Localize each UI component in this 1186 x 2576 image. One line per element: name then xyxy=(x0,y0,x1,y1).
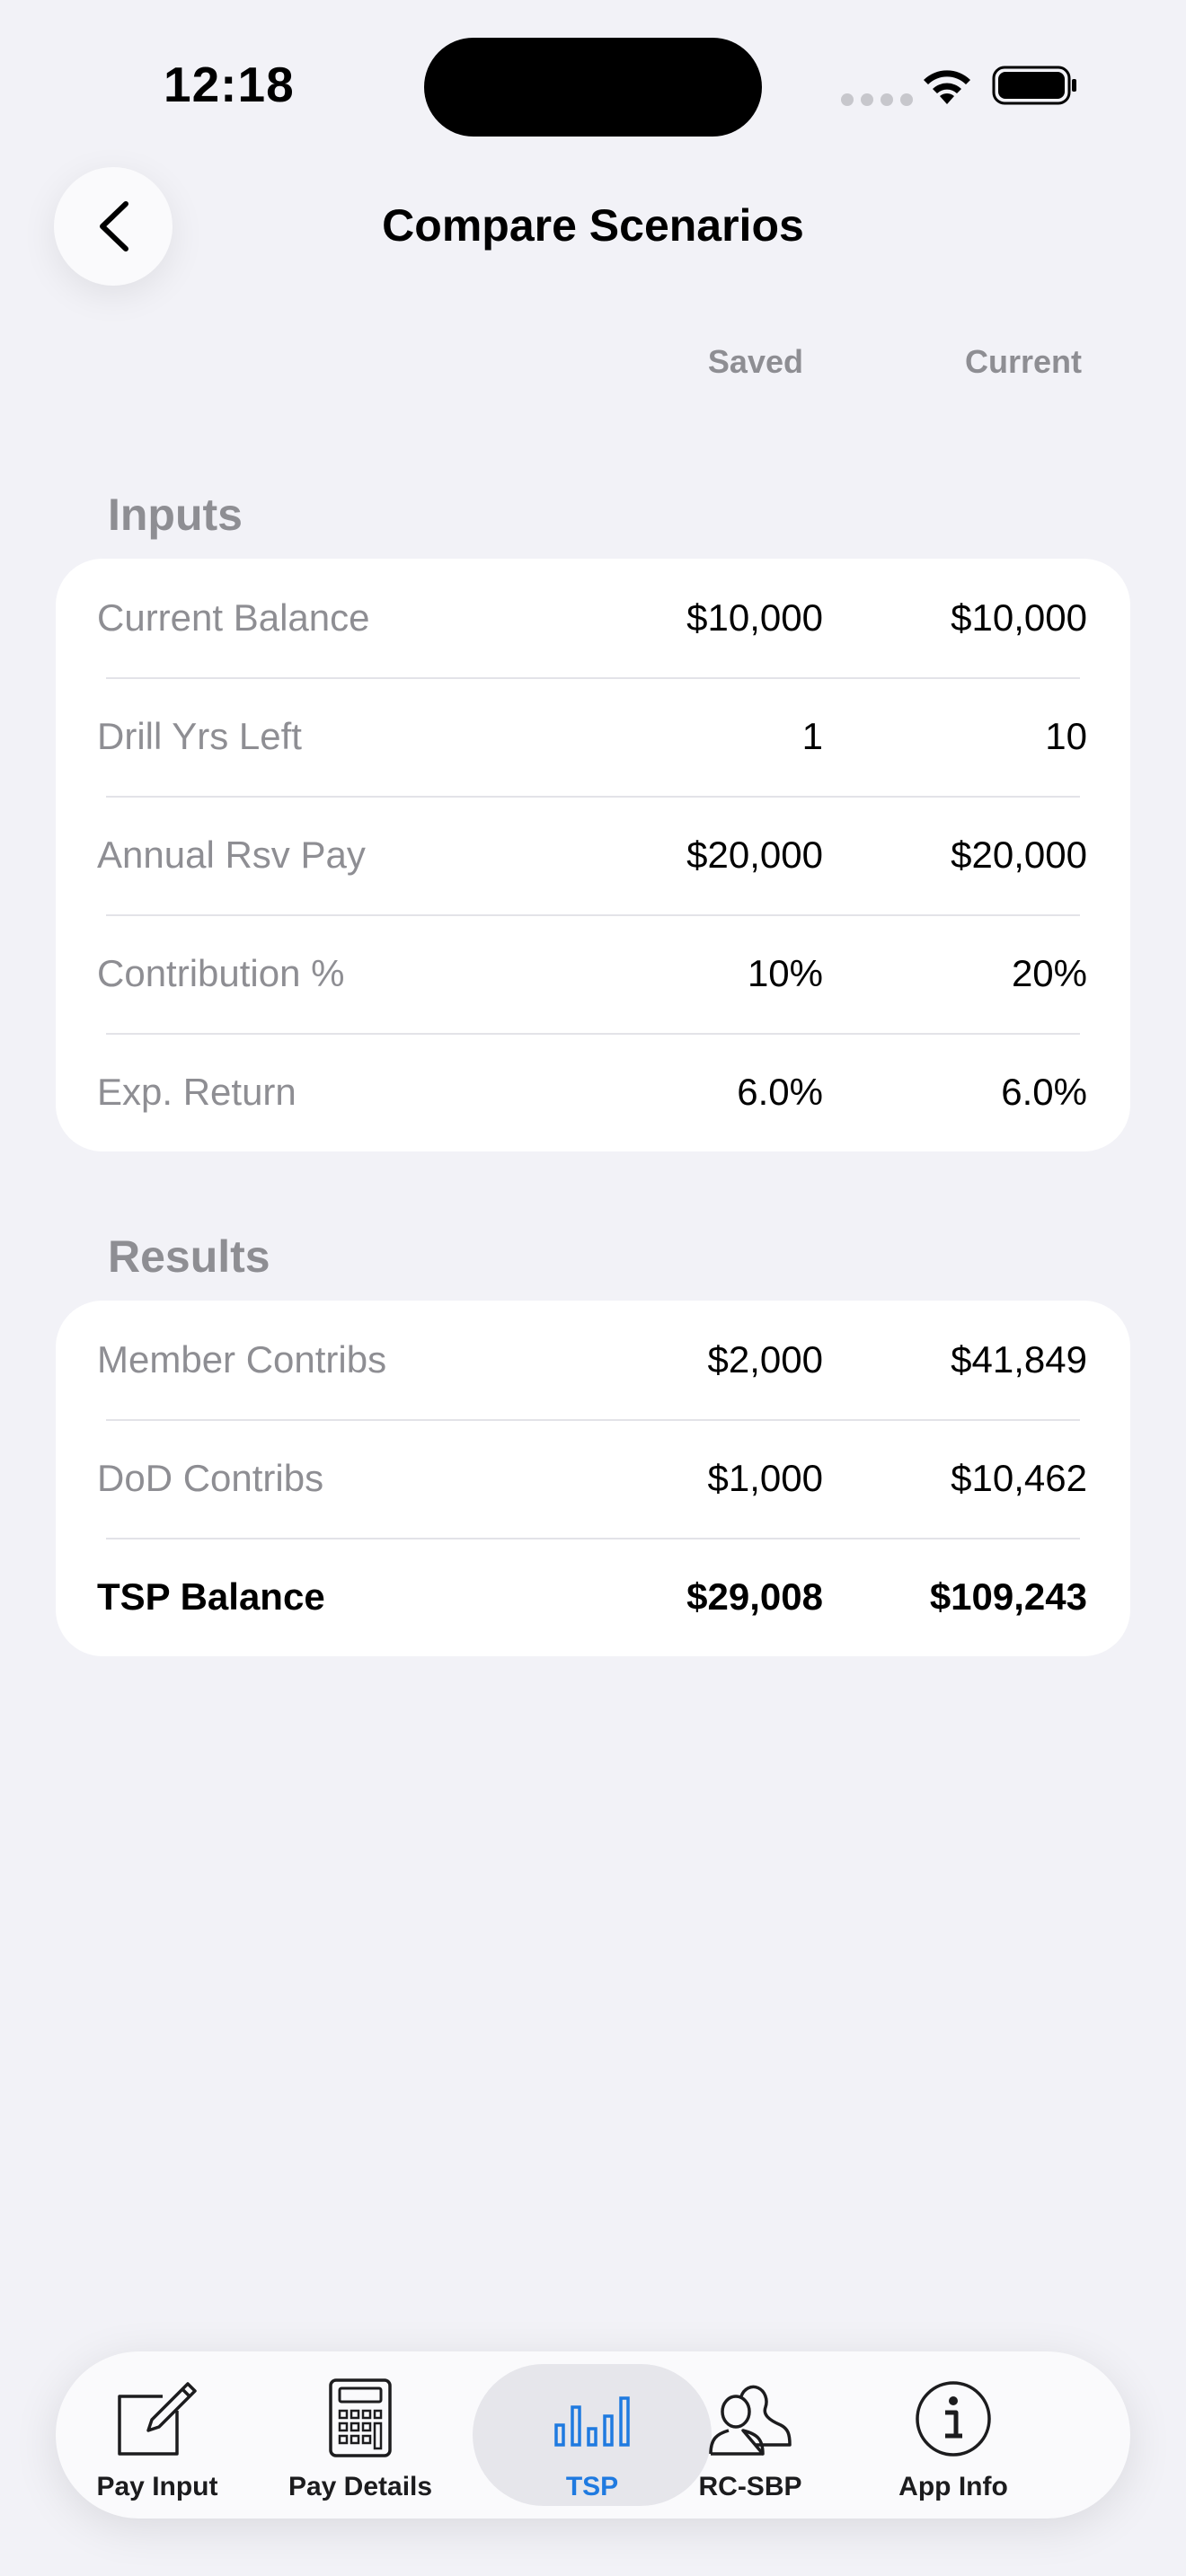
current-value: $10,462 xyxy=(951,1457,1087,1499)
info-icon xyxy=(916,2381,991,2457)
input-row-contribution-percent: Contribution % 10% 20% xyxy=(56,914,1130,1033)
tab-label: App Info xyxy=(898,2472,1008,2501)
saved-value: 10% xyxy=(747,952,823,994)
current-value: $20,000 xyxy=(951,834,1087,876)
input-row-annual-rsv-pay: Annual Rsv Pay $20,000 $20,000 xyxy=(56,796,1130,914)
inputs-section-title: Inputs xyxy=(108,490,243,540)
wifi-icon xyxy=(924,70,970,104)
column-header-current: Current xyxy=(964,343,1082,380)
saved-value: 6.0% xyxy=(737,1071,823,1113)
bar-chart-icon xyxy=(554,2396,630,2447)
result-row-tsp-balance: TSP Balance $29,008 $109,243 xyxy=(56,1538,1130,1656)
people-icon xyxy=(709,2385,792,2456)
tab-pay-input[interactable]: Pay Input xyxy=(56,2351,259,2519)
current-value: $41,849 xyxy=(951,1338,1087,1381)
current-value: $109,243 xyxy=(929,1575,1087,1618)
battery-icon xyxy=(992,66,1076,105)
edit-icon xyxy=(118,2382,197,2456)
row-label: Exp. Return xyxy=(97,1071,296,1113)
tab-bar: Pay Input Pay Details TSP RC-SBP App Inf… xyxy=(56,2351,1130,2519)
tab-pay-details[interactable]: Pay Details xyxy=(259,2351,462,2519)
saved-value: $10,000 xyxy=(686,596,823,639)
result-row-dod-contribs: DoD Contribs $1,000 $10,462 xyxy=(56,1419,1130,1538)
row-label: TSP Balance xyxy=(97,1575,325,1618)
column-header-saved: Saved xyxy=(707,343,803,380)
input-row-drill-yrs-left: Drill Yrs Left 1 10 xyxy=(56,677,1130,796)
result-row-member-contribs: Member Contribs $2,000 $41,849 xyxy=(56,1301,1130,1419)
current-value: 20% xyxy=(1011,952,1087,994)
row-label: Drill Yrs Left xyxy=(97,715,302,757)
input-row-exp-return: Exp. Return 6.0% 6.0% xyxy=(56,1033,1130,1151)
current-value: 10 xyxy=(1045,715,1087,757)
tab-label: Pay Input xyxy=(96,2472,218,2501)
tab-app-info[interactable]: App Info xyxy=(852,2351,1055,2519)
current-value: 6.0% xyxy=(1001,1071,1087,1113)
row-label: Contribution % xyxy=(97,952,345,994)
saved-value: $29,008 xyxy=(686,1575,823,1618)
tab-label: Pay Details xyxy=(288,2472,433,2501)
status-time: 12:18 xyxy=(164,57,295,112)
saved-value: $2,000 xyxy=(707,1338,823,1381)
saved-value: $20,000 xyxy=(686,834,823,876)
dynamic-island xyxy=(424,38,762,137)
input-row-current-balance: Current Balance $10,000 $10,000 xyxy=(56,559,1130,677)
calculator-icon xyxy=(329,2378,392,2457)
saved-value: $1,000 xyxy=(707,1457,823,1499)
results-card: Member Contribs $2,000 $41,849 DoD Contr… xyxy=(56,1301,1130,1656)
row-label: Current Balance xyxy=(97,596,370,639)
row-label: Annual Rsv Pay xyxy=(97,834,366,876)
cellular-signal-icon xyxy=(841,93,913,106)
results-section-title: Results xyxy=(108,1231,270,1282)
tab-label: RC-SBP xyxy=(698,2472,802,2501)
row-label: Member Contribs xyxy=(97,1338,387,1381)
current-value: $10,000 xyxy=(951,596,1087,639)
row-label: DoD Contribs xyxy=(97,1457,324,1499)
inputs-card: Current Balance $10,000 $10,000 Drill Yr… xyxy=(56,559,1130,1151)
tab-rc-sbp[interactable]: RC-SBP xyxy=(649,2351,852,2519)
saved-value: 1 xyxy=(801,715,823,757)
page-title: Compare Scenarios xyxy=(382,200,804,251)
